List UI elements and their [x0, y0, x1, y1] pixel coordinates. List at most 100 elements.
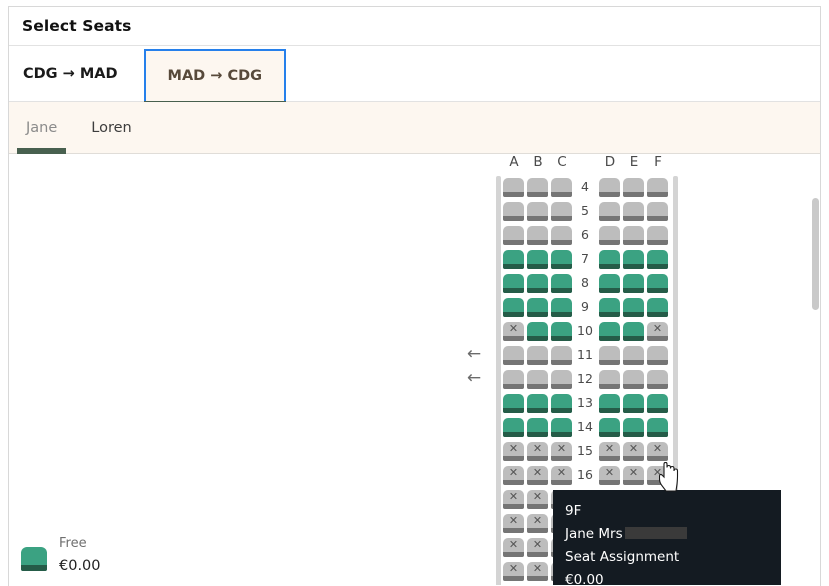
seat-15D: ✕ — [599, 442, 620, 461]
seat-13C[interactable] — [551, 394, 572, 413]
seat-6F — [647, 226, 668, 245]
seat-13F[interactable] — [647, 394, 668, 413]
flight-tab-label: CDG → MAD — [23, 65, 118, 82]
seat-blocked-icon: ✕ — [508, 562, 519, 575]
seat-blocked-icon: ✕ — [652, 466, 663, 479]
seat-9C[interactable] — [551, 298, 572, 317]
seat-14B[interactable] — [527, 418, 548, 437]
passenger-tab-loren[interactable]: Loren — [74, 102, 148, 153]
seat-10B[interactable] — [527, 322, 548, 341]
seat-7D[interactable] — [599, 250, 620, 269]
seat-13D[interactable] — [599, 394, 620, 413]
passenger-tab-label: Jane — [26, 119, 58, 136]
seat-row-number: 12 — [577, 371, 593, 386]
seat-18B: ✕ — [527, 514, 548, 533]
seat-14F[interactable] — [647, 418, 668, 437]
seat-row-13: 13 — [486, 392, 668, 416]
seat-6E — [623, 226, 644, 245]
seat-blocked-icon: ✕ — [532, 442, 543, 455]
cabin-rows: 4 5 6 7 8 9 ✕ ✕ 10 ← 11 ← 12 13 14 ✕ ✕ ✕ ✕ ✕ ✕ 15 ✕ ✕ ✕ ✕ ✕ ✕ 16 ✕ ✕ ✕ ✕… — [467, 176, 678, 585]
seat-19B: ✕ — [527, 538, 548, 557]
seat-row-14: 14 — [486, 416, 668, 440]
seat-4C — [551, 178, 572, 197]
seat-blocked-icon: ✕ — [508, 442, 519, 455]
seat-6C — [551, 226, 572, 245]
seat-4A — [503, 178, 524, 197]
seat-9B[interactable] — [527, 298, 548, 317]
seat-column-letter-d: D — [604, 154, 616, 170]
flight-tab-mad-cdg[interactable]: MAD → CDG — [143, 49, 287, 106]
seat-16A: ✕ — [503, 466, 524, 485]
seat-13E[interactable] — [623, 394, 644, 413]
seat-19A: ✕ — [503, 538, 524, 557]
seat-8B[interactable] — [527, 274, 548, 293]
seat-14E[interactable] — [623, 418, 644, 437]
seat-6D — [599, 226, 620, 245]
seat-14D[interactable] — [599, 418, 620, 437]
seat-12D — [599, 370, 620, 389]
seat-row-number: 7 — [581, 251, 589, 266]
seat-10E[interactable] — [623, 322, 644, 341]
seat-12F — [647, 370, 668, 389]
seat-10A: ✕ — [503, 322, 524, 341]
seat-10F: ✕ — [647, 322, 668, 341]
seat-9A[interactable] — [503, 298, 524, 317]
passenger-tab-jane[interactable]: Jane — [9, 102, 74, 154]
seat-13A[interactable] — [503, 394, 524, 413]
seat-map: ABCDEF 4 5 6 7 8 9 ✕ ✕ 10 ← 11 ← 12 13 14 ✕ ✕ ✕ ✕ ✕ ✕ 15 ✕ ✕ ✕ ✕ ✕… — [467, 154, 678, 585]
seat-column-letter-f: F — [654, 154, 662, 170]
seat-14A[interactable] — [503, 418, 524, 437]
seat-9D[interactable] — [599, 298, 620, 317]
seat-blocked-icon: ✕ — [604, 466, 615, 479]
scrollbar-thumb[interactable] — [812, 198, 819, 310]
legend-price: €0.00 — [59, 558, 101, 574]
seat-row-17: ✕✕✕✕✕✕17 — [486, 488, 668, 512]
seat-10D[interactable] — [599, 322, 620, 341]
seat-14C[interactable] — [551, 418, 572, 437]
seat-16B: ✕ — [527, 466, 548, 485]
seat-17B: ✕ — [527, 490, 548, 509]
vertical-scrollbar[interactable] — [811, 154, 820, 585]
seat-blocked-icon: ✕ — [628, 466, 639, 479]
seat-16C: ✕ — [551, 466, 572, 485]
seat-15F: ✕ — [647, 442, 668, 461]
seat-5F — [647, 202, 668, 221]
tooltip-seat-number: 9F — [565, 503, 582, 519]
seat-10C[interactable] — [551, 322, 572, 341]
tooltip-category: Seat Assignment — [565, 549, 680, 565]
seat-row-21: ✕✕✕✕✕✕21 — [486, 584, 500, 585]
seat-7C[interactable] — [551, 250, 572, 269]
seat-8E[interactable] — [623, 274, 644, 293]
seat-row-15: ✕ ✕ ✕ ✕ ✕ ✕ 15 — [486, 440, 668, 464]
seat-row-number: 8 — [581, 275, 589, 290]
seat-7E[interactable] — [623, 250, 644, 269]
seat-11B — [527, 346, 548, 365]
seat-column-letter-a: A — [509, 154, 519, 170]
seat-9F[interactable] — [647, 298, 668, 317]
seat-7B[interactable] — [527, 250, 548, 269]
seat-blocked-icon: ✕ — [628, 442, 639, 455]
seat-16F: ✕ — [647, 466, 668, 485]
seat-row-number: 10 — [577, 323, 593, 338]
seat-8D[interactable] — [599, 274, 620, 293]
exit-row-arrow-icon: ← — [466, 344, 482, 364]
seat-9E[interactable] — [623, 298, 644, 317]
seat-blocked-icon: ✕ — [508, 538, 519, 551]
seat-row-number: 11 — [577, 347, 593, 362]
seat-8C[interactable] — [551, 274, 572, 293]
seat-blocked-icon: ✕ — [508, 514, 519, 527]
seat-18A: ✕ — [503, 514, 524, 533]
seat-blocked-icon: ✕ — [508, 466, 519, 479]
exit-row-arrow-icon: ← — [466, 368, 482, 388]
seat-12B — [527, 370, 548, 389]
flight-tab-cdg-mad[interactable]: CDG → MAD — [9, 46, 144, 101]
seat-blocked-icon: ✕ — [604, 442, 615, 455]
seat-16E: ✕ — [623, 466, 644, 485]
seat-15B: ✕ — [527, 442, 548, 461]
seat-13B[interactable] — [527, 394, 548, 413]
seat-8F[interactable] — [647, 274, 668, 293]
seat-7F[interactable] — [647, 250, 668, 269]
seat-7A[interactable] — [503, 250, 524, 269]
seat-column-letter-b: B — [533, 154, 543, 170]
seat-8A[interactable] — [503, 274, 524, 293]
